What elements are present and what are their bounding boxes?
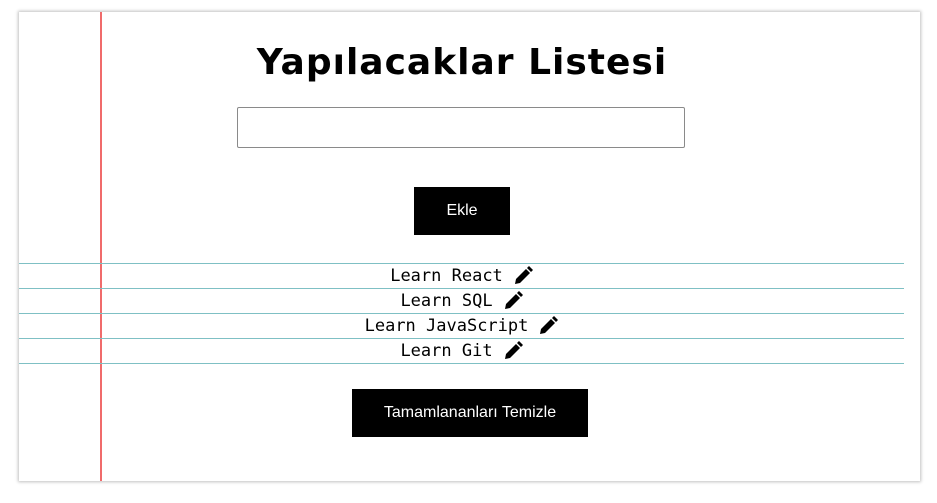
todo-input[interactable]: [237, 107, 685, 148]
pencil-icon[interactable]: [538, 316, 559, 336]
todo-list: Learn React Learn SQL Learn JavaScript L…: [19, 263, 904, 364]
pencil-icon[interactable]: [503, 341, 523, 361]
add-button[interactable]: Ekle: [414, 187, 510, 235]
notebook-paper: Yapılacaklar Listesi Ekle Learn React Le…: [19, 12, 920, 481]
clear-completed-button[interactable]: Tamamlananları Temizle: [352, 389, 588, 437]
todo-item[interactable]: Learn Git: [19, 338, 904, 364]
pencil-icon[interactable]: [503, 291, 523, 311]
todo-item[interactable]: Learn JavaScript: [19, 313, 904, 338]
todo-text: Learn SQL: [400, 291, 493, 311]
todo-item[interactable]: Learn React: [19, 263, 904, 288]
todo-text: Learn Git: [400, 341, 493, 361]
page-title: Yapılacaklar Listesi: [256, 42, 668, 83]
todo-item[interactable]: Learn SQL: [19, 288, 904, 313]
pencil-icon[interactable]: [513, 266, 533, 286]
todo-text: Learn JavaScript: [364, 316, 529, 336]
todo-text: Learn React: [390, 266, 503, 286]
